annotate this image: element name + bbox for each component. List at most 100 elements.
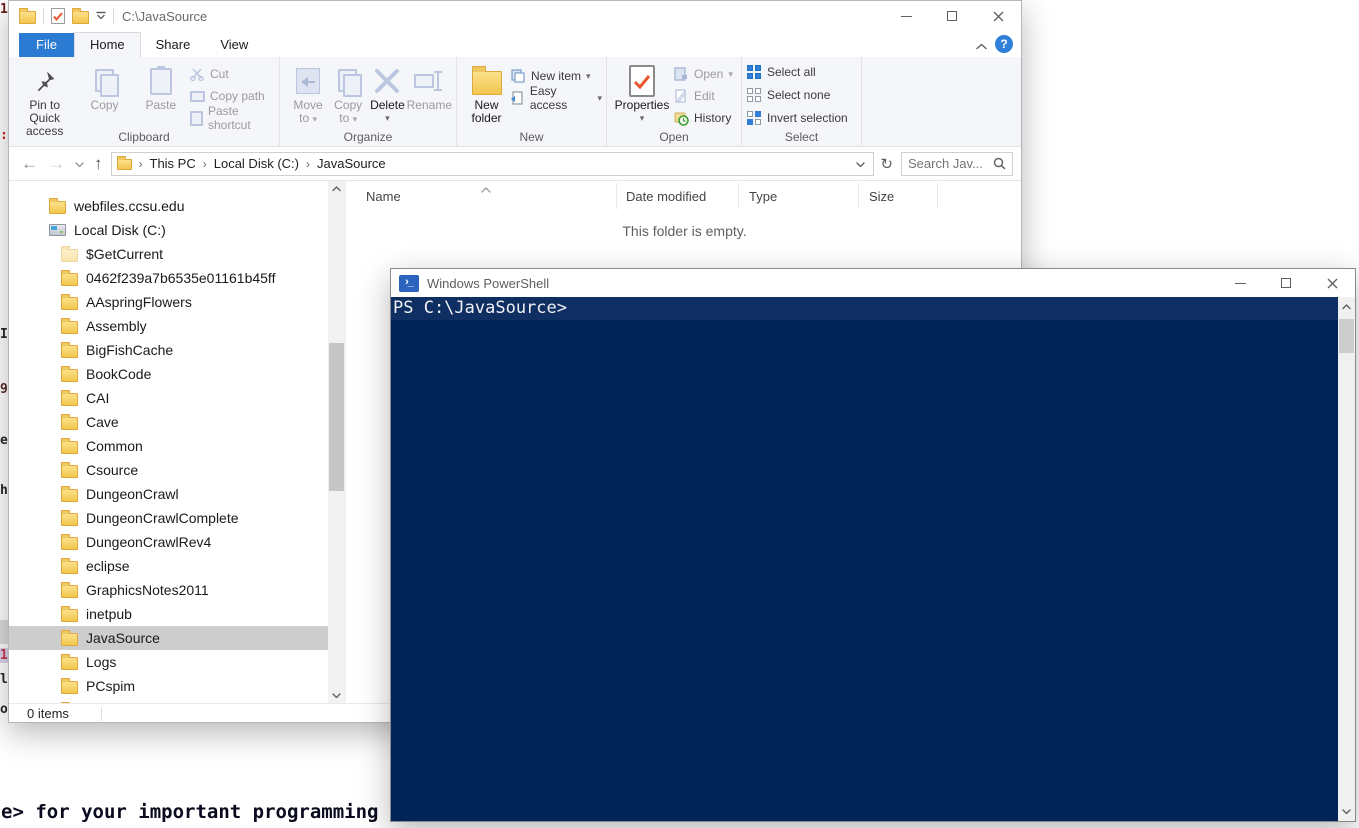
tree-item-pcspim[interactable]: PCspim <box>9 674 345 698</box>
tree-item-logs[interactable]: Logs <box>9 650 345 674</box>
scissors-icon <box>189 66 205 82</box>
tree-item-inetpub[interactable]: inetpub <box>9 602 345 626</box>
tab-share[interactable]: Share <box>141 33 206 57</box>
tab-home[interactable]: Home <box>73 32 141 57</box>
dropdown-caret-icon: ▾ <box>312 114 317 124</box>
help-button[interactable]: ? <box>995 35 1013 53</box>
tree-item-getcurrent[interactable]: $GetCurrent <box>9 242 345 266</box>
minimize-ribbon-button[interactable] <box>976 37 987 55</box>
column-header-type[interactable]: Type <box>739 183 859 209</box>
tree-item-assembly[interactable]: Assembly <box>9 314 345 338</box>
quick-access-customize-icon[interactable] <box>96 7 106 25</box>
tree-item-cave[interactable]: Cave <box>9 410 345 434</box>
copy-icon <box>94 63 119 99</box>
forward-button[interactable]: → <box>48 154 65 174</box>
paste-button[interactable]: Paste <box>133 61 189 112</box>
tree-item-common[interactable]: Common <box>9 434 345 458</box>
breadcrumb-this-pc[interactable]: This PC <box>150 156 196 171</box>
tree-scrollbar-thumb[interactable] <box>329 343 344 491</box>
refresh-button[interactable]: ↻ <box>880 155 893 173</box>
new-item-button[interactable]: New item ▾ <box>510 67 602 85</box>
search-icon <box>993 157 1006 170</box>
up-button[interactable]: ↑ <box>94 154 103 174</box>
copy-path-button[interactable]: Copy path <box>189 87 275 105</box>
search-box[interactable]: Search Jav... <box>901 151 1013 176</box>
open-button[interactable]: Open ▾ <box>673 65 733 83</box>
minimize-button[interactable] <box>1217 269 1263 297</box>
close-icon <box>1327 278 1337 288</box>
back-button[interactable]: ← <box>21 154 38 174</box>
recent-locations-button[interactable] <box>75 155 84 173</box>
close-button[interactable] <box>975 1 1021 31</box>
console-scrollbar[interactable] <box>1338 297 1355 821</box>
scroll-down-icon[interactable] <box>328 688 345 703</box>
dropdown-caret-icon: ▾ <box>597 92 602 103</box>
tree-item-0462[interactable]: 0462f239a7b6535e01161b45ff <box>9 266 345 290</box>
address-dropdown-button[interactable] <box>848 156 873 171</box>
pin-to-quick-access-button[interactable]: Pin to Quick access <box>13 61 76 138</box>
breadcrumb-javasource[interactable]: JavaSource <box>317 156 386 171</box>
navigation-tree-pane: webfiles.ccsu.edu Local Disk (C:) $GetCu… <box>9 181 346 703</box>
rename-button[interactable]: Rename <box>407 61 452 112</box>
tab-view[interactable]: View <box>205 33 263 57</box>
column-header-name[interactable]: Name <box>346 183 617 209</box>
tree-item-cai[interactable]: CAI <box>9 386 345 410</box>
quick-access-newfolder-icon[interactable] <box>72 8 89 24</box>
address-bar[interactable]: › This PC › Local Disk (C:) › JavaSource <box>110 151 875 176</box>
tree-item-dungeoncrawl[interactable]: DungeonCrawl <box>9 482 345 506</box>
edit-button[interactable]: Edit <box>673 87 733 105</box>
copy-button[interactable]: Copy <box>76 61 132 112</box>
select-none-button[interactable]: Select none <box>746 86 848 104</box>
console-scrollbar-thumb[interactable] <box>1339 319 1354 353</box>
scroll-up-icon[interactable] <box>328 181 345 196</box>
tab-file[interactable]: File <box>19 33 74 57</box>
tree-item-eclipse[interactable]: eclipse <box>9 554 345 578</box>
explorer-titlebar[interactable]: C:\JavaSource <box>9 1 1021 31</box>
delete-button[interactable]: Delete ▾ <box>368 61 406 125</box>
close-button[interactable] <box>1309 269 1355 297</box>
separator <box>43 8 44 24</box>
group-label-clipboard: Clipboard <box>118 130 170 144</box>
tree-item-bookcode[interactable]: BookCode <box>9 362 345 386</box>
easy-access-button[interactable]: Easy access ▾ <box>510 84 602 112</box>
dropdown-caret-icon: ▾ <box>352 114 358 124</box>
tree-item-dungeoncrawlrev4[interactable]: DungeonCrawlRev4 <box>9 530 345 554</box>
tree-item-webfiles[interactable]: webfiles.ccsu.edu <box>9 194 345 218</box>
sort-ascending-icon <box>481 181 491 196</box>
scroll-up-icon[interactable] <box>1338 299 1355 314</box>
tree-item-local-disk[interactable]: Local Disk (C:) <box>9 218 345 242</box>
tree-scrollbar[interactable] <box>328 181 345 703</box>
dropdown-caret-icon: ▾ <box>728 68 733 79</box>
maximize-button[interactable] <box>1263 269 1309 297</box>
tree-item-csource[interactable]: Csource <box>9 458 345 482</box>
history-button[interactable]: History <box>673 109 733 127</box>
minimize-button[interactable] <box>883 1 929 31</box>
column-header-date-modified[interactable]: Date modified <box>617 183 739 209</box>
tree-item-javasource-selected[interactable]: JavaSource <box>9 626 345 650</box>
invert-selection-button[interactable]: Invert selection <box>746 109 848 127</box>
tree-item-aaspringflowers[interactable]: AAspringFlowers <box>9 290 345 314</box>
quick-access-properties-icon[interactable] <box>51 8 65 24</box>
ribbon-group-open: Properties ▾ Open ▾ Edit History Open <box>606 57 741 146</box>
paste-shortcut-button[interactable]: Paste shortcut <box>189 104 275 132</box>
tree-item-dungeoncrawlcomplete[interactable]: DungeonCrawlComplete <box>9 506 345 530</box>
move-to-button[interactable]: Move to ▾ <box>288 61 328 126</box>
cut-button[interactable]: Cut <box>189 65 275 83</box>
breadcrumb-separator-icon: › <box>305 156 310 171</box>
powershell-title: Windows PowerShell <box>427 275 550 291</box>
powershell-window: ›_ Windows PowerShell PS C:\JavaSource> <box>390 268 1356 822</box>
new-folder-button[interactable]: New folder <box>463 61 510 125</box>
powershell-icon: ›_ <box>399 274 419 292</box>
column-header-size[interactable]: Size <box>859 183 938 209</box>
select-all-button[interactable]: Select all <box>746 63 848 81</box>
tree-item-graphicsnotes2011[interactable]: GraphicsNotes2011 <box>9 578 345 602</box>
breadcrumb-local-disk[interactable]: Local Disk (C:) <box>214 156 299 171</box>
group-label-select: Select <box>784 130 819 144</box>
tree-item-bigfishcache[interactable]: BigFishCache <box>9 338 345 362</box>
maximize-button[interactable] <box>929 1 975 31</box>
powershell-console[interactable]: PS C:\JavaSource> <box>391 297 1355 821</box>
scroll-down-icon[interactable] <box>1338 804 1355 819</box>
powershell-titlebar[interactable]: ›_ Windows PowerShell <box>391 269 1355 297</box>
properties-button[interactable]: Properties ▾ <box>611 61 673 125</box>
copy-to-button[interactable]: Copy to ▾ <box>328 61 368 126</box>
